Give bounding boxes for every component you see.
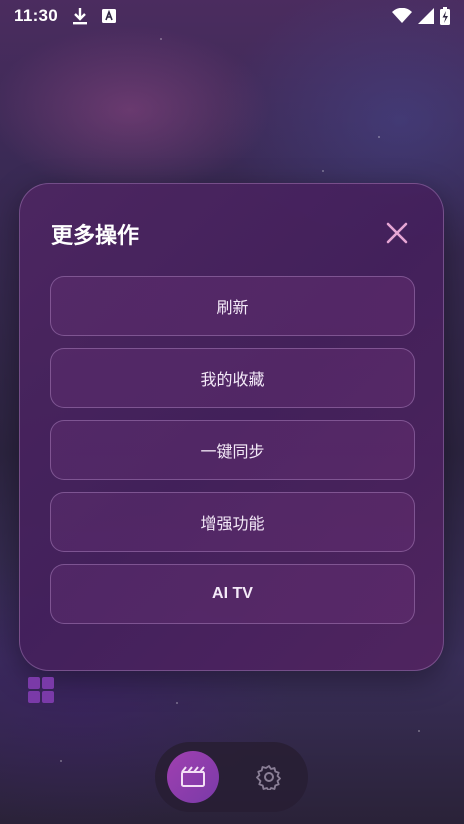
background-star — [176, 702, 178, 704]
enhanced-features-button[interactable]: 增强功能 — [50, 492, 415, 552]
close-icon — [386, 222, 408, 244]
more-actions-dialog: 更多操作 刷新 我的收藏 一键同步 增强功能 AI TV — [19, 183, 444, 671]
one-click-sync-button[interactable]: 一键同步 — [50, 420, 415, 480]
background-star — [322, 170, 324, 172]
action-list: 刷新 我的收藏 一键同步 增强功能 AI TV — [50, 276, 415, 636]
ai-tv-button[interactable]: AI TV — [50, 564, 415, 624]
background-star — [60, 760, 62, 762]
gear-icon — [256, 765, 281, 790]
nav-film-button[interactable] — [167, 751, 219, 803]
grid-icon[interactable] — [28, 677, 54, 703]
film-icon — [181, 766, 205, 787]
background-star — [418, 730, 420, 732]
background-star — [378, 136, 380, 138]
status-time: 11:30 — [14, 6, 59, 25]
close-button[interactable] — [382, 218, 412, 248]
signal-icon — [418, 8, 434, 24]
background-star — [160, 38, 162, 40]
wifi-icon — [392, 8, 412, 24]
my-favorites-button[interactable]: 我的收藏 — [50, 348, 415, 408]
status-bar: 11:30 — [0, 0, 464, 32]
nav-settings-button[interactable] — [254, 762, 284, 792]
refresh-button[interactable]: 刷新 — [50, 276, 415, 336]
dialog-title: 更多操作 — [51, 224, 140, 249]
bottom-navigation — [155, 742, 308, 812]
battery-charging-icon — [440, 7, 450, 25]
keyboard-a-icon — [102, 9, 117, 23]
download-icon — [72, 7, 88, 25]
